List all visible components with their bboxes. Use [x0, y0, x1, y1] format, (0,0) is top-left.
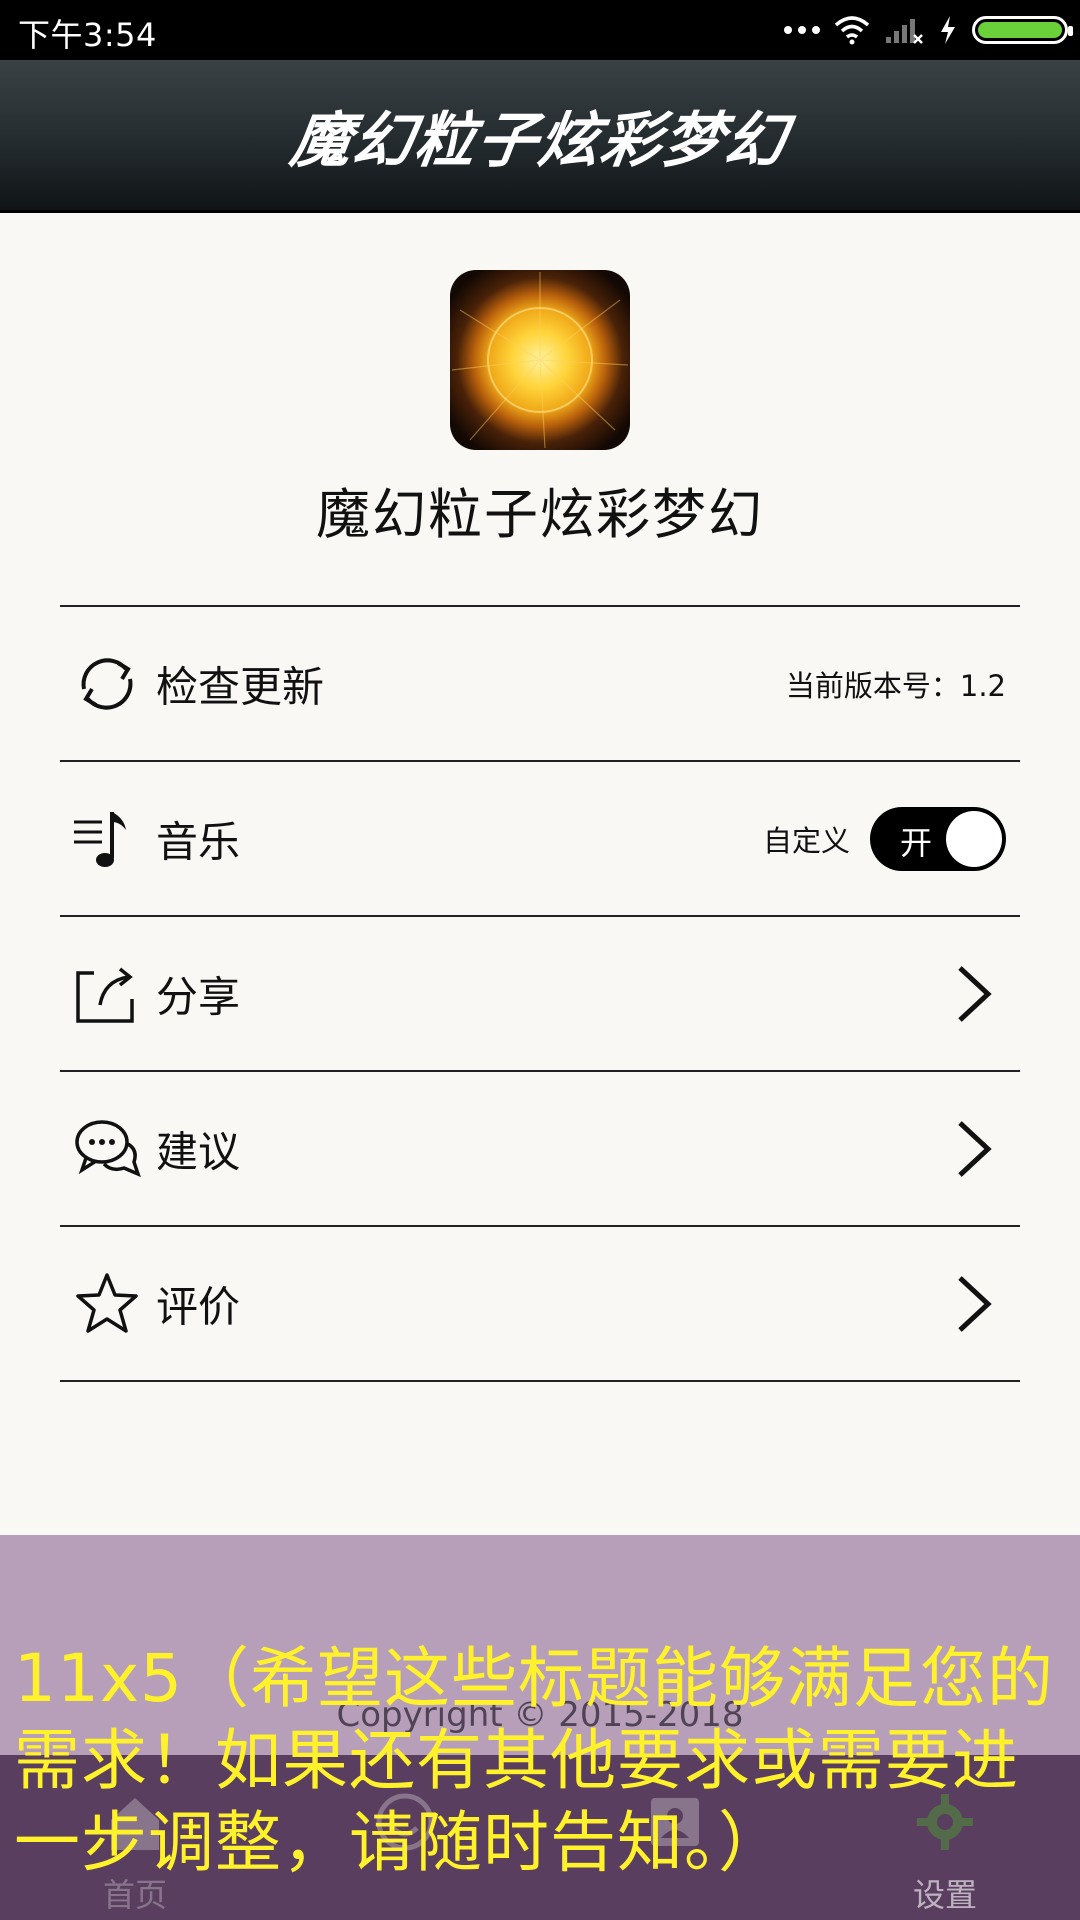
battery-icon	[972, 16, 1073, 44]
wifi-icon	[834, 16, 870, 45]
header-title: 魔幻粒子炫彩梦幻	[286, 105, 793, 176]
rate-row[interactable]: 评价	[60, 1227, 1020, 1382]
app-name: 魔幻粒子炫彩梦幻	[316, 483, 764, 546]
feedback-label: 建议	[156, 1127, 241, 1176]
rate-label: 评价	[156, 1282, 241, 1331]
more-dots-icon	[784, 26, 820, 34]
chevron-right-icon	[958, 1120, 992, 1177]
music-toggle[interactable]: 开	[870, 806, 1006, 871]
chevron-right-icon	[958, 1275, 992, 1332]
signal-icon	[886, 19, 923, 44]
music-row: 音乐 自定义 开	[60, 762, 1020, 917]
charging-icon	[941, 16, 955, 44]
status-bar: 下午3:54	[0, 0, 1080, 60]
version-text: 当前版本号：1.2	[785, 668, 1006, 703]
toggle-state: 开	[900, 823, 933, 862]
custom-label: 自定义	[762, 823, 850, 858]
refresh-icon	[81, 657, 133, 710]
share-icon	[76, 967, 134, 1023]
status-time: 下午3:54	[18, 16, 157, 54]
chevron-right-icon	[958, 965, 992, 1022]
share-row[interactable]: 分享	[60, 917, 1020, 1072]
feedback-row[interactable]: 建议	[60, 1072, 1020, 1227]
app-logo	[450, 270, 630, 450]
check-update-row[interactable]: 检查更新 当前版本号：1.2	[60, 607, 1020, 762]
star-icon	[76, 1272, 138, 1333]
chat-bubbles-icon	[75, 1119, 141, 1177]
app-header: 魔幻粒子炫彩梦幻	[0, 60, 1080, 213]
music-label: 音乐	[156, 817, 241, 866]
overlay-caption: 11x5（希望这些标题能够满足您的需求！如果还有其他要求或需要进一步调整，请随时…	[14, 1640, 1055, 1881]
share-label: 分享	[156, 972, 241, 1021]
settings-list: 检查更新 当前版本号：1.2 音乐 自定义 开 分享 建议 评价	[60, 605, 1020, 1382]
check-update-label: 检查更新	[156, 662, 325, 711]
status-icons	[784, 8, 1073, 52]
music-list-icon	[74, 811, 126, 867]
toggle-knob	[946, 810, 1002, 867]
battery-fill	[978, 22, 1062, 38]
